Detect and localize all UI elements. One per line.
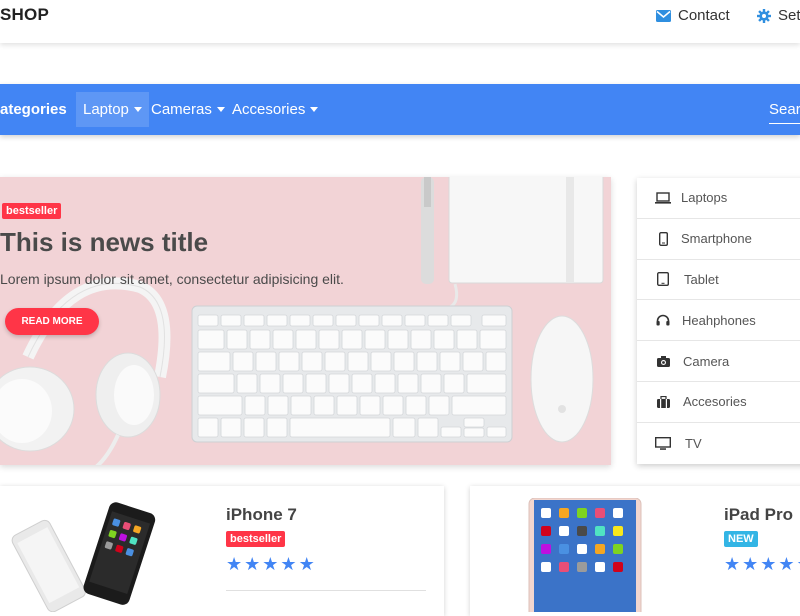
nav-item-cameras[interactable]: Cameras (144, 92, 232, 127)
category-label: Laptops (681, 190, 728, 206)
category-label: Heahphones (682, 312, 756, 328)
hero-description: Lorem ipsum dolor sit amet, consectetur … (0, 271, 344, 287)
hero-title: This is news title (0, 227, 209, 257)
settings-link[interactable]: Setti (757, 7, 800, 24)
star-icon: ★ (262, 554, 279, 574)
top-header: SHOP Contact Set (0, 0, 800, 43)
star-icon: ★ (778, 554, 795, 574)
category-item-laptops[interactable]: Laptops (637, 178, 800, 219)
camera-icon (655, 355, 671, 367)
category-item-tablet[interactable]: Tablet (637, 260, 800, 301)
product-image (11, 502, 156, 612)
category-label: Smartphone (681, 231, 752, 247)
product-image (528, 498, 642, 612)
star-icon: ★ (760, 554, 777, 574)
search-input[interactable]: Searc (769, 101, 800, 124)
nav-item-laptop[interactable]: Laptop (76, 92, 149, 127)
category-item-smartphone[interactable]: Smartphone (637, 219, 800, 260)
product-card-ipad[interactable]: iPad Pro NEW ★ ★ ★ ★ ★ (470, 486, 800, 616)
new-badge: NEW (724, 531, 758, 547)
star-icon: ★ (226, 554, 243, 574)
laptop-icon (655, 192, 671, 204)
suitcase-icon (655, 395, 671, 408)
read-more-button[interactable]: READ MORE (5, 308, 99, 335)
category-label: Accesories (683, 394, 747, 410)
category-label: Tablet (684, 271, 719, 287)
nav-item-accesories[interactable]: Accesories (225, 92, 325, 127)
envelope-icon (656, 9, 671, 22)
star-icon: ★ (280, 554, 297, 574)
headphones-icon (655, 314, 671, 326)
category-item-accesories[interactable]: Accesories (637, 382, 800, 423)
category-item-camera[interactable]: Camera (637, 341, 800, 382)
category-item-headphones[interactable]: Heahphones (637, 300, 800, 342)
product-name[interactable]: iPad Pro (724, 505, 793, 525)
contact-label: Contact (678, 7, 730, 24)
category-item-tv[interactable]: TV (637, 423, 800, 464)
star-icon: ★ (797, 555, 800, 573)
smartphone-icon (655, 231, 671, 246)
product-card-iphone[interactable]: iPhone 7 bestseller ★ ★ ★ ★ ★ (0, 486, 444, 616)
nav-item-label: Laptop (83, 101, 129, 118)
nav-item-label: Cameras (151, 101, 212, 118)
tv-icon (655, 436, 671, 450)
category-list: Laptops Smartphone Tablet Heahphones Cam… (637, 178, 800, 464)
category-navbar: ategories Laptop Cameras Accesories Sear… (0, 84, 800, 135)
caret-down-icon (133, 107, 142, 112)
caret-down-icon (216, 107, 225, 112)
tablet-icon (655, 272, 671, 287)
caret-down-icon (310, 107, 319, 112)
star-icon: ★ (244, 554, 261, 574)
nav-categories-title: ategories (0, 101, 67, 118)
category-label: Camera (683, 353, 730, 369)
rating-stars: ★ ★ ★ ★ ★ (226, 555, 317, 573)
star-icon: ★ (298, 554, 315, 574)
bestseller-badge: bestseller (2, 203, 62, 219)
product-name[interactable]: iPhone 7 (226, 505, 297, 525)
nav-item-label: Accesories (232, 101, 306, 118)
bestseller-badge: bestseller (226, 531, 286, 547)
contact-link[interactable]: Contact (656, 7, 730, 24)
settings-label: Setti (778, 7, 800, 24)
gear-icon (757, 8, 771, 23)
brand-logo[interactable]: SHOP (0, 5, 49, 25)
star-icon: ★ (724, 554, 741, 574)
card-divider (226, 590, 426, 591)
star-icon: ★ (742, 554, 759, 574)
rating-stars: ★ ★ ★ ★ ★ (724, 555, 800, 573)
category-label: TV (685, 435, 702, 451)
